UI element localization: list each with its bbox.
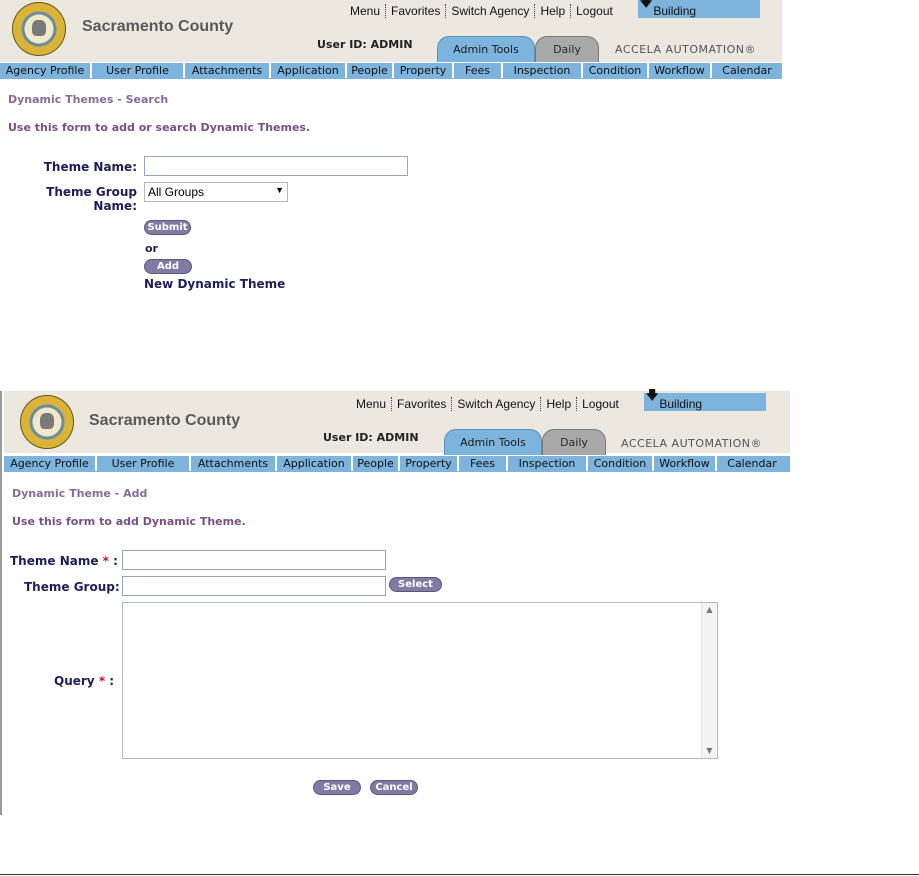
chevron-down-icon: ▼ <box>275 185 284 195</box>
down-arrow-icon: 🡇 <box>640 0 653 9</box>
page-description: Use this form to add Dynamic Theme. <box>12 515 246 528</box>
nav-property[interactable]: Property <box>400 456 459 471</box>
county-name: Sacramento County <box>82 18 234 35</box>
nav-agency-profile[interactable]: Agency Profile <box>4 456 97 471</box>
theme-name-label-text: Theme Name <box>10 554 99 568</box>
select-button[interactable]: Select <box>389 577 442 592</box>
theme-group-label: Theme Group: <box>24 580 120 594</box>
menu-link[interactable]: Menu <box>345 4 385 18</box>
logout-link[interactable]: Logout <box>570 3 618 18</box>
theme-group-select[interactable]: All Groups ▼ <box>144 182 288 202</box>
nav-attachments[interactable]: Attachments <box>191 456 277 471</box>
switch-agency-link[interactable]: Switch Agency <box>451 396 540 411</box>
nav-calendar[interactable]: Calendar <box>717 456 787 471</box>
nav-workflow[interactable]: Workflow <box>649 63 712 78</box>
scroll-down-icon[interactable]: ▼ <box>702 744 717 758</box>
theme-group-label: Theme Group Name: <box>46 185 137 213</box>
logout-link[interactable]: Logout <box>576 396 624 411</box>
new-dynamic-theme-label: New Dynamic Theme <box>144 277 286 291</box>
page-description: Use this form to add or search Dynamic T… <box>8 121 311 134</box>
nav-inspection[interactable]: Inspection <box>508 456 588 471</box>
theme-group-input[interactable] <box>122 576 386 596</box>
label-colon: : <box>109 674 115 688</box>
nav-property[interactable]: Property <box>394 63 454 78</box>
cancel-button[interactable]: Cancel <box>370 780 418 795</box>
required-marker: * <box>98 674 106 688</box>
nav-application[interactable]: Application <box>271 63 347 78</box>
app-header: Sacramento County Menu Favorites Switch … <box>4 388 790 455</box>
nav-agency-profile[interactable]: Agency Profile <box>0 63 92 78</box>
top-nav: Menu Favorites Switch Agency Help Logout <box>345 2 618 19</box>
theme-name-input[interactable] <box>122 550 386 570</box>
module-selector[interactable]: 🡇 Building <box>644 388 766 411</box>
search-screen: Sacramento County Menu Favorites Switch … <box>0 0 782 300</box>
module-label: Building <box>653 4 697 18</box>
label-colon: : <box>113 554 118 568</box>
nav-condition[interactable]: Condition <box>588 456 654 471</box>
query-label-text: Query <box>54 674 95 688</box>
nav-attachments[interactable]: Attachments <box>185 63 271 78</box>
nav-user-profile[interactable]: User Profile <box>97 456 191 471</box>
theme-name-label: Theme Name: <box>43 160 137 174</box>
submit-button[interactable]: Submit <box>144 220 191 235</box>
save-button[interactable]: Save <box>313 780 361 795</box>
query-textarea[interactable]: ▲ ▼ <box>122 602 718 759</box>
theme-name-input[interactable] <box>144 156 408 176</box>
county-name: Sacramento County <box>89 412 241 429</box>
nav-fees[interactable]: Fees <box>459 456 508 471</box>
top-nav: Menu Favorites Switch Agency Help Logout <box>351 395 624 412</box>
help-link[interactable]: Help <box>534 3 570 18</box>
brand-label: ACCELA AUTOMATION® <box>615 43 757 56</box>
nav-user-profile[interactable]: User Profile <box>92 63 185 78</box>
tab-admin-tools[interactable]: Admin Tools <box>444 429 542 455</box>
theme-group-selected: All Groups <box>148 185 205 199</box>
add-screen: Sacramento County Menu Favorites Switch … <box>0 388 790 815</box>
page-title: Dynamic Theme - Add <box>12 487 148 500</box>
user-id: User ID: ADMIN <box>317 38 413 51</box>
query-label: Query * : <box>54 674 114 688</box>
brand-label: ACCELA AUTOMATION® <box>621 437 763 450</box>
main-nav: Agency Profile User Profile Attachments … <box>4 455 790 472</box>
nav-calendar[interactable]: Calendar <box>712 63 782 78</box>
help-link[interactable]: Help <box>540 396 576 411</box>
tab-daily[interactable]: Daily <box>542 429 606 455</box>
required-marker: * <box>102 554 109 568</box>
scroll-up-icon[interactable]: ▲ <box>702 603 717 617</box>
query-scrollbar[interactable]: ▲ ▼ <box>701 603 717 758</box>
nav-workflow[interactable]: Workflow <box>654 456 717 471</box>
or-label: or <box>145 242 158 255</box>
favorites-link[interactable]: Favorites <box>385 3 445 18</box>
switch-agency-link[interactable]: Switch Agency <box>445 3 534 18</box>
county-seal-logo <box>12 2 66 56</box>
down-arrow-icon: 🡇 <box>646 388 659 402</box>
tab-daily[interactable]: Daily <box>535 36 599 62</box>
nav-people[interactable]: People <box>353 456 400 471</box>
nav-inspection[interactable]: Inspection <box>503 63 583 78</box>
theme-name-label: Theme Name * : <box>10 554 118 568</box>
tab-admin-tools[interactable]: Admin Tools <box>437 36 535 62</box>
menu-link[interactable]: Menu <box>351 397 391 411</box>
nav-people[interactable]: People <box>347 63 394 78</box>
nav-application[interactable]: Application <box>277 456 353 471</box>
user-id: User ID: ADMIN <box>323 431 419 444</box>
favorites-link[interactable]: Favorites <box>391 396 451 411</box>
module-label: Building <box>659 397 703 411</box>
app-header: Sacramento County Menu Favorites Switch … <box>0 0 782 62</box>
bottom-divider <box>0 874 919 875</box>
module-selector[interactable]: 🡇 Building <box>638 0 760 18</box>
county-seal-logo <box>20 395 74 449</box>
main-nav: Agency Profile User Profile Attachments … <box>0 62 782 79</box>
nav-fees[interactable]: Fees <box>454 63 503 78</box>
page-title: Dynamic Themes - Search <box>8 93 169 106</box>
nav-condition[interactable]: Condition <box>583 63 649 78</box>
add-button[interactable]: Add <box>144 259 192 274</box>
